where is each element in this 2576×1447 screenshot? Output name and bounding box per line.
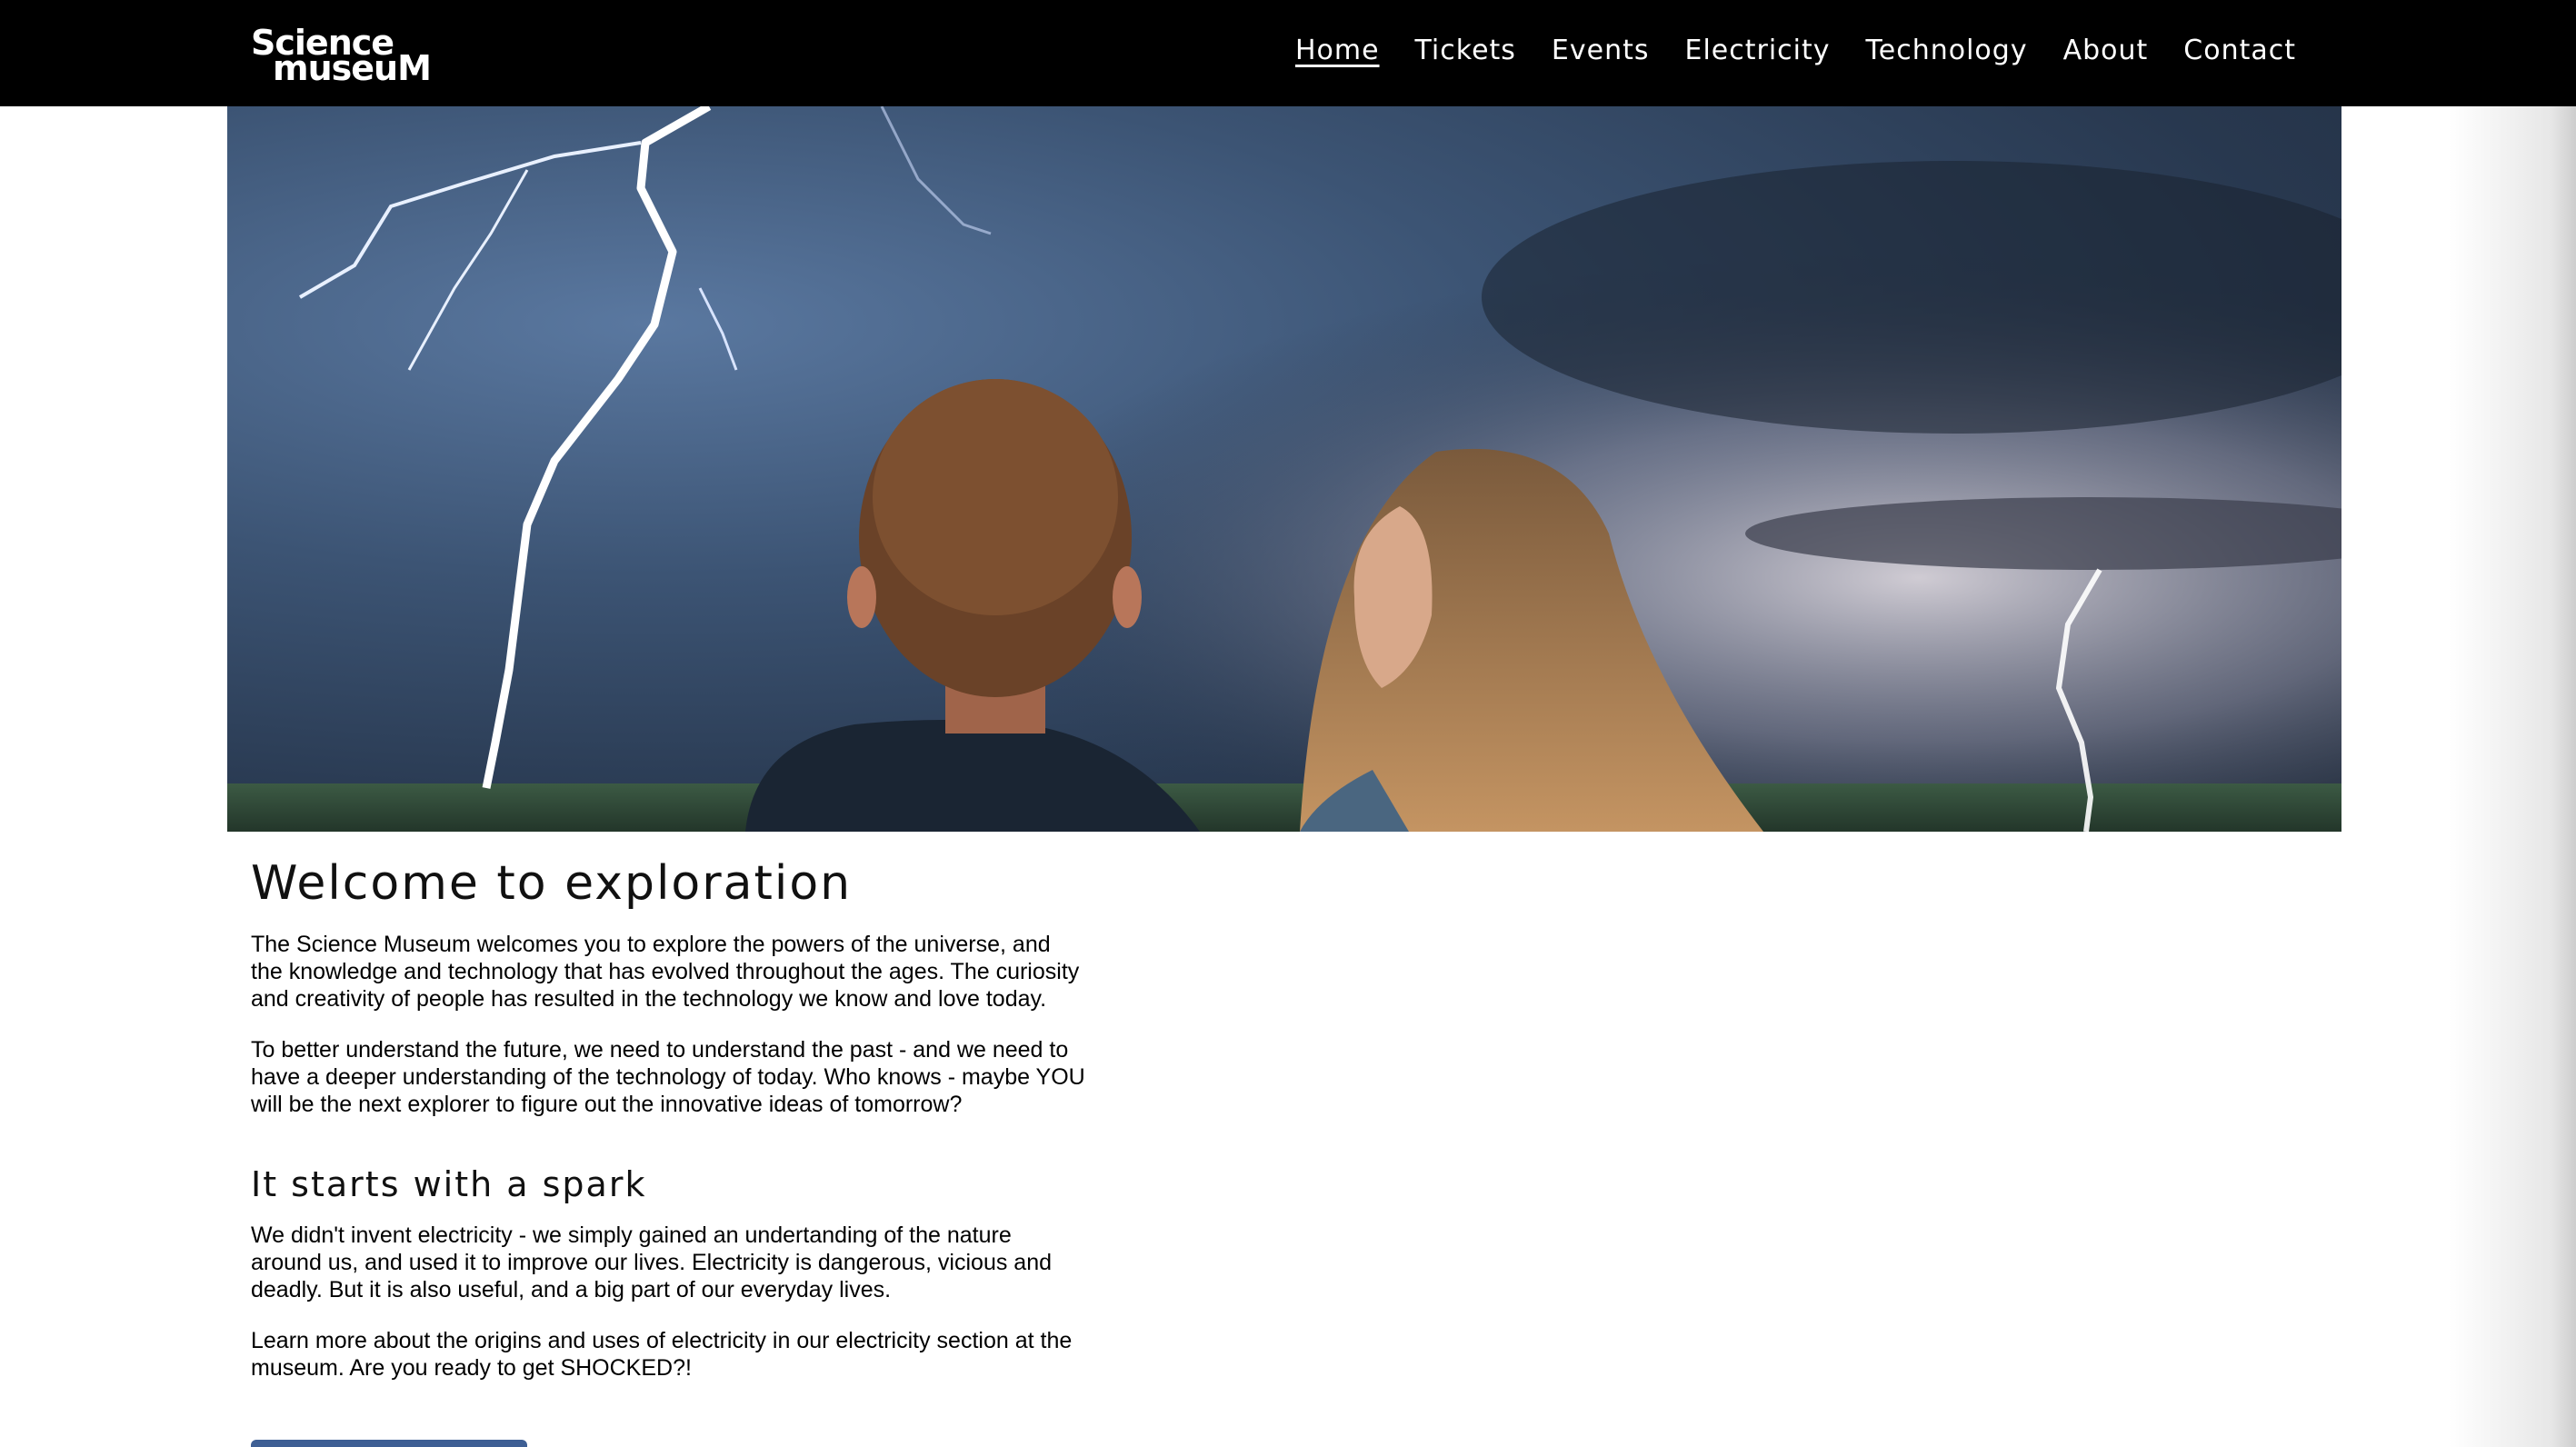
nav-events[interactable]: Events [1552,30,1650,72]
hero-image-storm-children [227,106,2341,832]
welcome-paragraph-1: The Science Museum welcomes you to explo… [251,932,1080,1012]
spark-paragraph-1: We didn't invent electricity - we simply… [251,1222,1053,1302]
spark-paragraph-2: Learn more about the origins and uses of… [251,1328,1073,1381]
nav-home[interactable]: Home [1295,30,1380,72]
nav-about[interactable]: About [2063,30,2149,72]
science-museum-logo[interactable]: Science museuM [251,25,433,88]
electricity-cta-button[interactable] [251,1440,527,1447]
main-content: Welcome to exploration The Science Museu… [251,854,1087,1405]
logo-line-2: museuM [273,48,432,88]
spark-heading: It starts with a spark [251,1164,647,1204]
welcome-heading: Welcome to exploration [251,856,853,911]
nav-electricity[interactable]: Electricity [1685,30,1831,72]
nav-tickets[interactable]: Tickets [1415,30,1516,72]
welcome-paragraph-2: To better understand the future, we need… [251,1037,1085,1117]
nav-contact[interactable]: Contact [2183,30,2296,72]
horizon-ground [227,783,2341,832]
main-nav: Home Tickets Events Electricity Technolo… [1295,30,2296,72]
page-edge-shadow [2449,0,2576,1447]
nav-technology[interactable]: Technology [1866,30,2028,72]
site-header: Science museuM Home Tickets Events Elect… [0,0,2576,106]
hero-illustration [227,106,2341,832]
